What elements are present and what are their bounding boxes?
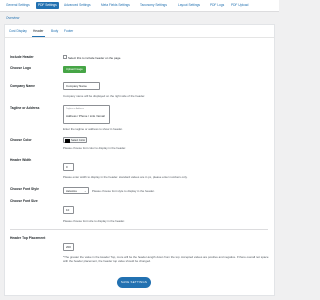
font-style-select[interactable]: Helvetica ⌄ bbox=[63, 187, 89, 194]
upload-image-button[interactable]: Upload Image bbox=[63, 66, 86, 73]
subtab-bar: Cost Display Header Body Footer bbox=[5, 25, 274, 38]
subtab-cost-display[interactable]: Cost Display bbox=[9, 29, 27, 33]
save-settings-button[interactable]: SAVE SETTINGS bbox=[117, 277, 151, 288]
tab-layout-settings[interactable]: Layout Settings bbox=[176, 2, 202, 9]
company-name-label: Company Name bbox=[10, 84, 35, 88]
tab-pdf-settings[interactable]: PDF Settings bbox=[36, 2, 59, 9]
choose-logo-label: Choose Logo bbox=[10, 66, 32, 70]
section-divider bbox=[10, 229, 268, 230]
tagline-textarea[interactable]: Tagline or Address Address / Phone / Lin… bbox=[63, 105, 110, 124]
subtab-footer[interactable]: Footer bbox=[64, 29, 73, 33]
font-style-label: Choose Font Style bbox=[10, 187, 39, 191]
company-name-input[interactable]: Company Name bbox=[63, 82, 100, 90]
font-style-value: Helvetica bbox=[66, 190, 77, 193]
header-width-label: Header Width bbox=[10, 158, 32, 162]
subtab-header[interactable]: Header bbox=[33, 29, 43, 33]
header-width-input[interactable]: 0 bbox=[63, 163, 74, 171]
font-style-description: Please choose font style to display in t… bbox=[92, 189, 155, 193]
header-width-description: Please enter width to display in the hea… bbox=[63, 175, 188, 179]
tagline-description: Enter the tagline or address to show in … bbox=[63, 127, 123, 131]
header-top-input[interactable]: 200 bbox=[63, 243, 74, 251]
include-header-label: Include Header bbox=[10, 55, 34, 59]
include-header-text: Select this to include header on the pag… bbox=[68, 55, 122, 60]
font-size-input[interactable]: 10 bbox=[63, 206, 74, 214]
subtab-body[interactable]: Body bbox=[51, 29, 58, 33]
font-size-description: Please choose font size to display in th… bbox=[63, 219, 125, 223]
tab-general-settings[interactable]: General Settings bbox=[4, 2, 32, 9]
tab-meta-fields-settings[interactable]: Meta Fields Settings bbox=[99, 2, 132, 9]
include-header-checkbox[interactable] bbox=[63, 55, 67, 59]
color-swatch bbox=[64, 138, 70, 143]
tagline-label: Tagline or Address bbox=[10, 106, 40, 110]
settings-card: Cost Display Header Body Footer Include … bbox=[4, 24, 275, 296]
header-top-description: *The greater the value in the Header Top… bbox=[63, 255, 269, 263]
choose-color-description: Please choose font color to display in t… bbox=[63, 146, 126, 150]
header-top-label: Header Top Placement bbox=[10, 236, 46, 240]
tab-pdf-upload[interactable]: PDF Upload bbox=[229, 2, 250, 9]
tab-taxonomy-settings[interactable]: Taxonomy Settings bbox=[138, 2, 169, 9]
chevron-down-icon: ⌄ bbox=[83, 189, 87, 194]
company-name-description: Company name will be displayed on the ri… bbox=[63, 94, 146, 98]
tab-pdf-logs[interactable]: PDF Logs bbox=[208, 2, 226, 9]
tagline-value: Address / Phone / Link / Email bbox=[66, 114, 105, 118]
top-navigation: General Settings PDF Settings Advanced S… bbox=[0, 0, 279, 12]
choose-color-label: Choose Color bbox=[10, 138, 32, 142]
active-subtab-indicator bbox=[32, 36, 45, 37]
color-picker-button[interactable]: Select Color bbox=[63, 137, 87, 143]
tab-advanced-settings[interactable]: Advanced Settings bbox=[62, 2, 93, 9]
tagline-placeholder: Tagline or Address bbox=[66, 107, 84, 110]
overview-link[interactable]: Overview bbox=[6, 16, 19, 20]
select-color-text: Select Color bbox=[71, 138, 86, 142]
font-size-label: Choose Font Size bbox=[10, 199, 38, 203]
